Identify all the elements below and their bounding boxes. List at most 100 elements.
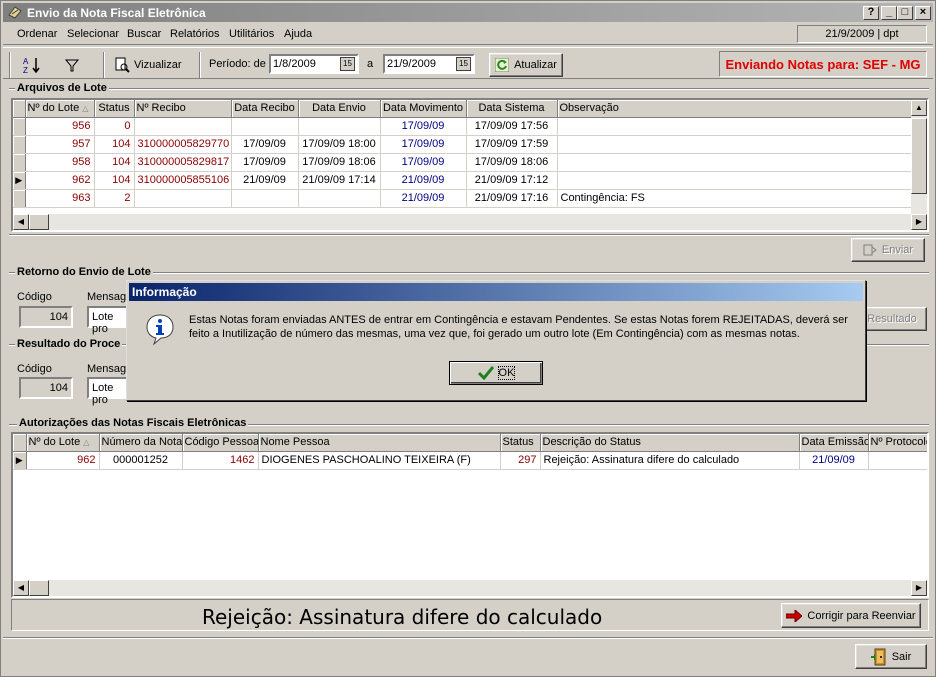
col-status[interactable]: Status (500, 434, 541, 452)
toolbar-separator (199, 52, 201, 78)
group-border (9, 88, 929, 90)
maximize-button[interactable]: □ (897, 6, 913, 20)
lotes-vertical-scrollbar[interactable]: ▲ (911, 100, 927, 214)
preview-icon (115, 57, 130, 73)
cell-data-sistema: 17/09/09 17:59 (466, 135, 558, 154)
title-bar[interactable]: Envio da Nota Fiscal Eletrônica ? _ □ × (3, 3, 933, 22)
col-numero-nota[interactable]: Número da Nota (99, 434, 183, 452)
cell-data-envio: 17/09/09 18:06 (298, 153, 381, 172)
menu-ajuda[interactable]: Ajuda (284, 28, 312, 40)
visualizar-button[interactable]: Vizualizar (109, 53, 187, 77)
cell-data-envio (298, 117, 381, 136)
scroll-right-icon[interactable]: ▶ (911, 580, 927, 596)
resultado-title: Resultado do Proce (15, 338, 123, 350)
table-row[interactable]: 958 104 310000005829817 17/09/09 17/09/0… (13, 153, 912, 172)
col-descricao-status[interactable]: Descrição do Status (540, 434, 800, 452)
divider (3, 637, 933, 639)
col-num-protocolo[interactable]: Nº Protocolo (868, 434, 927, 452)
cell-data-sistema: 17/09/09 18:06 (466, 153, 558, 172)
dialog-message: Estas Notas foram enviadas ANTES de entr… (189, 314, 848, 340)
help-button[interactable]: ? (863, 6, 879, 20)
menu-utilitarios[interactable]: Utilitários (229, 28, 274, 40)
col-data-envio[interactable]: Data Envio (298, 100, 381, 118)
toolbar-separator (9, 52, 11, 78)
lotes-grid[interactable]: Nº do Lote △ Status Nº Recibo Data Recib… (11, 98, 929, 232)
current-row-arrow-icon: ▶ (15, 454, 23, 465)
menu-selecionar[interactable]: Selecionar (67, 28, 119, 40)
resultado-button[interactable]: Resultado (857, 307, 927, 331)
col-status[interactable]: Status (94, 100, 135, 118)
col-label: Nº do Lote (27, 102, 80, 115)
col-num-recibo[interactable]: Nº Recibo (134, 100, 232, 118)
col-data-sistema[interactable]: Data Sistema (466, 100, 558, 118)
indicator-header (13, 100, 26, 118)
row-indicator[interactable]: ▶ (13, 451, 27, 470)
sair-button[interactable]: Sair (855, 644, 927, 669)
menu-bar: Ordenar Selecionar Buscar Relatórios Uti… (3, 23, 933, 45)
scroll-left-icon[interactable]: ◀ (13, 214, 29, 230)
date-from-input[interactable]: 1/8/2009 15 (269, 54, 359, 74)
row-indicator[interactable] (13, 117, 26, 136)
cell-descricao-status: Rejeição: Assinatura difere do calculado (540, 451, 800, 470)
close-button[interactable]: × (915, 6, 931, 20)
col-num-lote[interactable]: Nº do Lote △ (26, 434, 100, 452)
cell-data-movimento: 17/09/09 (380, 153, 467, 172)
autorizacoes-grid[interactable]: Nº do Lote △ Número da Nota Código Pesso… (11, 432, 929, 598)
row-indicator[interactable] (13, 153, 26, 172)
sort-button[interactable]: A Z (17, 53, 47, 77)
col-label: Nº do Lote (28, 436, 81, 449)
scroll-thumb[interactable] (29, 214, 49, 230)
col-codigo-pessoa[interactable]: Código Pessoa (182, 434, 259, 452)
cell-data-envio (298, 189, 381, 208)
cell-status: 104 (94, 135, 135, 154)
scroll-thumb[interactable] (29, 580, 49, 596)
send-icon (863, 244, 877, 256)
cell-status: 104 (94, 153, 135, 172)
calendar-icon[interactable]: 15 (456, 57, 471, 71)
table-row[interactable]: 963 2 21/09/09 21/09/09 17:16 Contingênc… (13, 189, 912, 208)
ok-button[interactable]: OK (449, 361, 543, 385)
row-indicator[interactable] (13, 189, 26, 208)
menu-ordenar[interactable]: Ordenar (17, 28, 57, 40)
minimize-button[interactable]: _ (881, 6, 897, 20)
table-row[interactable]: 957 104 310000005829770 17/09/09 17/09/0… (13, 135, 912, 154)
lotes-title: Arquivos de Lote (15, 82, 109, 94)
date-from-value: 1/8/2009 (273, 58, 316, 70)
atualizar-button[interactable]: Atualizar (489, 53, 563, 77)
scroll-thumb[interactable] (911, 118, 927, 194)
col-data-emissao[interactable]: Data Emissão (799, 434, 869, 452)
cell-data-sistema: 21/09/09 17:12 (466, 171, 558, 190)
dialog-title-bar[interactable]: Informação (129, 283, 863, 301)
cell-observacao: Contingência: FS (557, 189, 912, 208)
row-indicator[interactable] (13, 135, 26, 154)
dialog-title: Informação (132, 285, 197, 299)
cell-recibo (134, 189, 232, 208)
corrigir-button[interactable]: Corrigir para Reenviar (781, 603, 921, 628)
col-nome-pessoa[interactable]: Nome Pessoa (258, 434, 501, 452)
col-data-recibo[interactable]: Data Recibo (231, 100, 299, 118)
cell-status: 297 (500, 451, 541, 470)
menu-relatorios[interactable]: Relatórios (170, 28, 220, 40)
row-indicator[interactable]: ▶ (13, 171, 26, 190)
scroll-right-icon[interactable]: ▶ (911, 214, 927, 230)
checkmark-icon (477, 366, 494, 380)
lotes-horizontal-scrollbar[interactable]: ◀ ▶ (13, 214, 927, 230)
col-data-movimento[interactable]: Data Movimento (380, 100, 467, 118)
menu-buscar[interactable]: Buscar (127, 28, 161, 40)
col-num-lote[interactable]: Nº do Lote △ (25, 100, 95, 118)
enviar-button[interactable]: Enviar (851, 238, 925, 262)
calendar-icon[interactable]: 15 (340, 57, 355, 71)
col-observacao[interactable]: Observação (557, 100, 912, 118)
cell-data-recibo: 21/09/09 (231, 171, 299, 190)
scroll-up-icon[interactable]: ▲ (911, 100, 927, 116)
sort-asc-icon: △ (83, 438, 90, 448)
scroll-left-icon[interactable]: ◀ (13, 580, 29, 596)
info-icon (146, 314, 174, 345)
filter-button[interactable] (59, 53, 85, 77)
date-to-input[interactable]: 21/9/2009 15 (383, 54, 475, 74)
autorizacoes-horizontal-scrollbar[interactable]: ◀ ▶ (13, 580, 927, 596)
to-label: a (367, 58, 374, 70)
table-row[interactable]: ▶ 962 104 310000005855106 21/09/09 21/09… (13, 171, 912, 190)
table-row[interactable]: 956 0 17/09/09 17/09/09 17:56 (13, 117, 912, 136)
table-row[interactable]: ▶ 962 000001252 1462 DIOGENES PASCHOALIN… (13, 451, 927, 470)
